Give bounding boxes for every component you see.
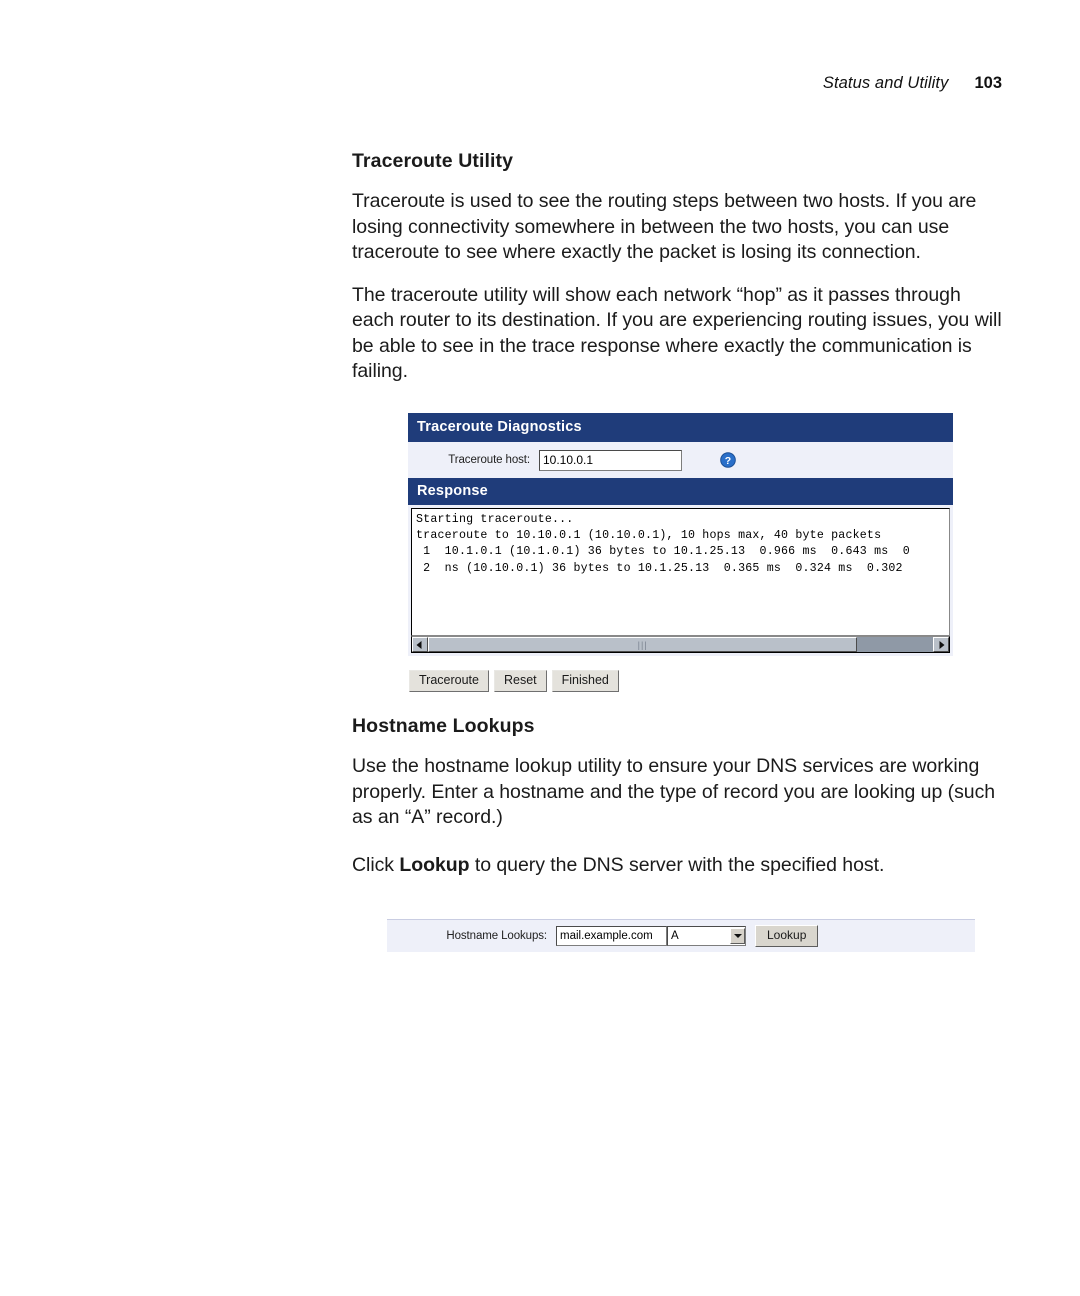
hostname-lookups-label: Hostname Lookups: [446, 930, 547, 942]
page-running-header: Status and Utility 103 [340, 74, 1002, 93]
section-heading-traceroute-utility: Traceroute Utility [352, 150, 514, 172]
scrollbar-track[interactable]: ||| [428, 637, 933, 652]
horizontal-scrollbar[interactable]: ||| [411, 636, 950, 653]
hostname-input[interactable]: mail.example.com [556, 926, 667, 946]
triangle-right-icon[interactable] [933, 637, 949, 652]
click-lookup-before: Click [352, 853, 400, 876]
page-number: 103 [974, 74, 1002, 92]
svg-text:?: ? [725, 455, 731, 467]
traceroute-response-panel: Starting traceroute... traceroute to 10.… [408, 505, 953, 656]
click-lookup-bold: Lookup [399, 853, 470, 876]
section-heading-hostname-lookups: Hostname Lookups [352, 715, 535, 737]
traceroute-host-input[interactable]: 10.10.0.1 [539, 449, 682, 471]
traceroute-response-console[interactable]: Starting traceroute... traceroute to 10.… [411, 508, 950, 636]
running-header-title: Status and Utility [822, 74, 949, 92]
paragraph-traceroute-intro: Traceroute is used to see the routing st… [352, 190, 977, 263]
traceroute-host-label: Traceroute host: [448, 454, 530, 466]
lookup-button[interactable]: Lookup [755, 925, 819, 947]
traceroute-button[interactable]: Traceroute [409, 670, 489, 692]
document-body-hostname: Hostname Lookups Use the hostname lookup… [352, 715, 1007, 878]
traceroute-host-row: Traceroute host: 10.10.0.1 ? [408, 442, 953, 478]
traceroute-diagnostics-widget: Traceroute Diagnostics Traceroute host: … [408, 413, 953, 656]
record-type-select[interactable]: A [667, 926, 746, 946]
triangle-left-icon[interactable] [412, 637, 428, 652]
traceroute-response-title: Response [408, 478, 953, 505]
document-body: Traceroute Utility Traceroute is used to… [352, 150, 1007, 385]
scrollbar-grip: ||| [637, 639, 648, 650]
paragraph-hostname-click-lookup: Click Lookup to query the DNS server wit… [352, 853, 1007, 879]
paragraph-hostname-intro: Use the hostname lookup utility to ensur… [352, 755, 996, 828]
scrollbar-thumb[interactable]: ||| [428, 637, 858, 652]
reset-button[interactable]: Reset [493, 670, 547, 692]
traceroute-response-text: Starting traceroute... traceroute to 10.… [416, 513, 910, 575]
traceroute-button-row: Traceroute Reset Finished [409, 670, 624, 692]
record-type-value: A [671, 930, 679, 942]
hostname-lookups-widget: Hostname Lookups: mail.example.com A Loo… [387, 919, 975, 952]
finished-button[interactable]: Finished [551, 670, 619, 692]
paragraph-traceroute-hops: The traceroute utility will show each ne… [352, 283, 1002, 383]
chevron-down-icon[interactable] [730, 928, 745, 944]
help-circle-icon[interactable]: ? [720, 452, 736, 468]
traceroute-widget-title: Traceroute Diagnostics [408, 413, 953, 442]
click-lookup-after: to query the DNS server with the specifi… [469, 853, 885, 876]
